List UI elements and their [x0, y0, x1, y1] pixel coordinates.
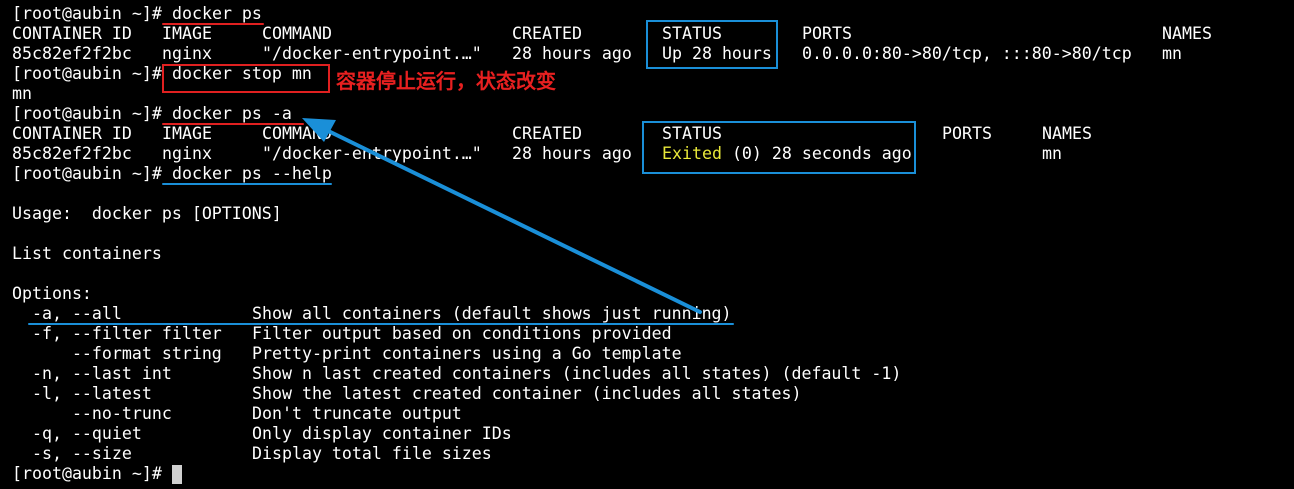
annotation-label: 容器停止运行，状态改变 [336, 69, 556, 93]
arrow-head [302, 118, 336, 142]
arrow-shaft [316, 124, 702, 314]
terminal-window[interactable]: [root@aubin ~]# docker ps CONTAINER ID I… [0, 0, 1294, 489]
blue-arrow-annotation [302, 118, 702, 314]
